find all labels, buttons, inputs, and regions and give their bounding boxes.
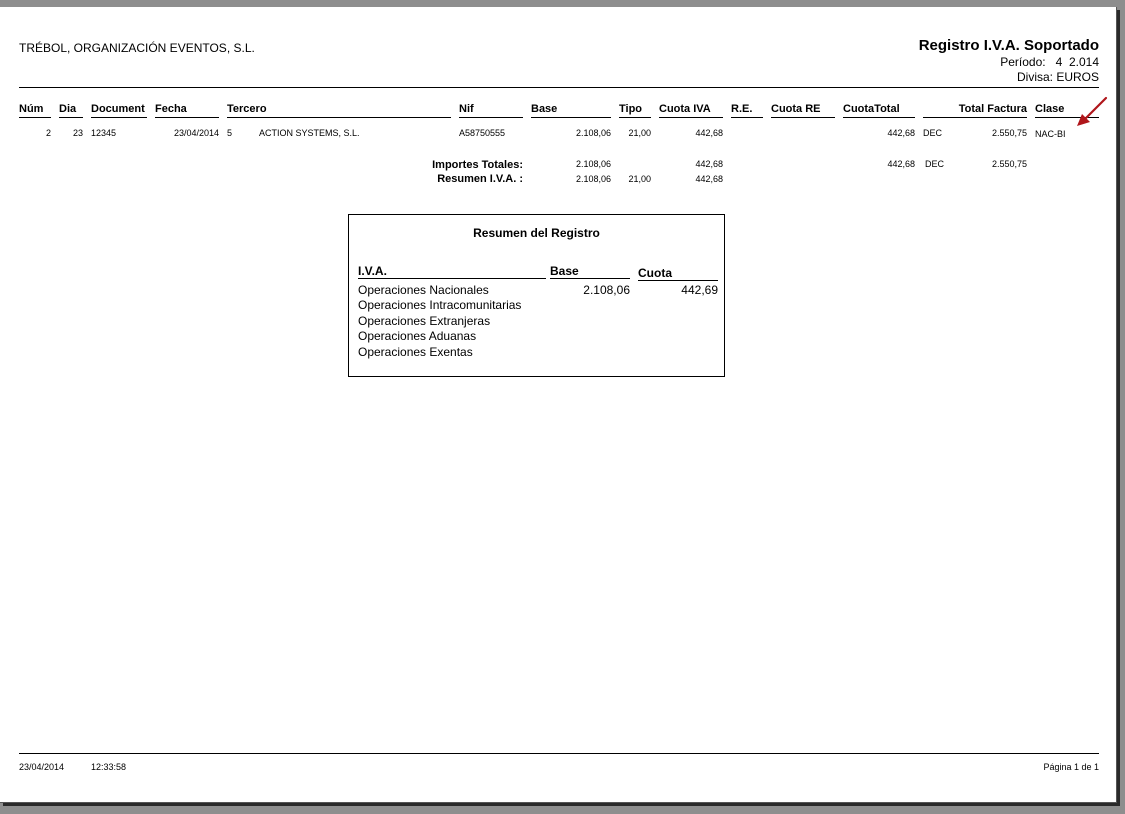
summary-row-cuota: 442,69 [681, 283, 718, 297]
row-dia: 23 [72, 128, 83, 138]
col-header-tercero: Tercero [227, 103, 451, 118]
row-cuota-iva: 442,68 [695, 128, 723, 138]
annotation-arrow-icon [1077, 96, 1108, 126]
resumen-tipo: 21,00 [628, 174, 651, 184]
col-header-fecha: Fecha [155, 103, 219, 118]
row-dec: DEC [923, 128, 943, 138]
summary-col-iva: I.V.A. [358, 264, 546, 279]
summary-row-label: Operaciones Nacionales [358, 283, 489, 297]
report-viewer: TRÉBOL, ORGANIZACIÓN EVENTOS, S.L. Regis… [0, 0, 1125, 814]
row-cuota-total: 442,68 [887, 128, 915, 138]
row-total-factura: 2.550,75 [991, 128, 1027, 138]
period-label: Período: [1000, 55, 1046, 69]
col-header-nif: Nif [459, 103, 523, 118]
col-header-num: Núm [19, 103, 51, 118]
importes-base: 2.108,06 [575, 159, 611, 169]
col-header-base: Base [531, 103, 611, 118]
report-period: Período: 4 2.014 [1000, 55, 1099, 69]
summary-col-base: Base [550, 264, 630, 279]
importes-dec: DEC [925, 159, 945, 169]
summary-row-label: Operaciones Exentas [358, 345, 473, 359]
company-name: TRÉBOL, ORGANIZACIÓN EVENTOS, S.L. [19, 41, 255, 55]
footer-page-number: Página 1 de 1 [1043, 762, 1099, 772]
row-tercero-code: 5 [227, 128, 233, 138]
row-tercero-name: ACTION SYSTEMS, S.L. [259, 128, 360, 138]
row-num: 2 [45, 128, 51, 138]
summary-row-label: Operaciones Intracomunitarias [358, 298, 522, 312]
importes-total-factura: 2.550,75 [991, 159, 1027, 169]
col-header-tipo: Tipo [619, 103, 651, 118]
row-tipo: 21,00 [628, 128, 651, 138]
col-header-cuota-iva: Cuota IVA [659, 103, 723, 118]
summary-box: Resumen del Registro I.V.A. Base Cuota O… [348, 214, 725, 377]
resumen-base: 2.108,06 [575, 174, 611, 184]
report-currency: Divisa: EUROS [1016, 70, 1099, 84]
row-base: 2.108,06 [575, 128, 611, 138]
col-header-cuota-total: CuotaTotal [843, 103, 915, 118]
row-clase: NAC-BI [1035, 129, 1066, 139]
footer-divider [19, 753, 1099, 754]
summary-row-label: Operaciones Aduanas [358, 329, 477, 343]
period-value: 4 2.014 [1055, 55, 1099, 69]
col-header-cuota-re: Cuota RE [771, 103, 835, 118]
row-document: 12345 [91, 128, 117, 138]
header-divider [19, 87, 1099, 88]
resumen-cuota: 442,68 [695, 174, 723, 184]
importes-totales-label: Importes Totales: [432, 159, 523, 171]
importes-cuota-total: 442,68 [887, 159, 915, 169]
row-fecha: 23/04/2014 [173, 128, 219, 138]
importes-cuota-iva: 442,68 [695, 159, 723, 169]
col-header-document: Document [91, 103, 147, 118]
col-header-total-factura: Total Factura [923, 103, 1027, 118]
report-page: TRÉBOL, ORGANIZACIÓN EVENTOS, S.L. Regis… [0, 7, 1117, 803]
report-title: Registro I.V.A. Soportado [918, 37, 1099, 54]
footer-date: 23/04/2014 [19, 762, 65, 772]
resumen-iva-label: Resumen I.V.A. : [437, 173, 523, 185]
summary-title: Resumen del Registro [473, 226, 600, 240]
summary-col-cuota: Cuota [638, 266, 718, 281]
footer-time: 12:33:58 [91, 762, 127, 772]
summary-row-label: Operaciones Extranjeras [358, 314, 491, 328]
summary-row-base: 2.108,06 [583, 283, 630, 297]
row-nif: A58750555 [459, 128, 506, 138]
col-header-re: R.E. [731, 103, 763, 118]
col-header-dia: Dia [59, 103, 83, 118]
